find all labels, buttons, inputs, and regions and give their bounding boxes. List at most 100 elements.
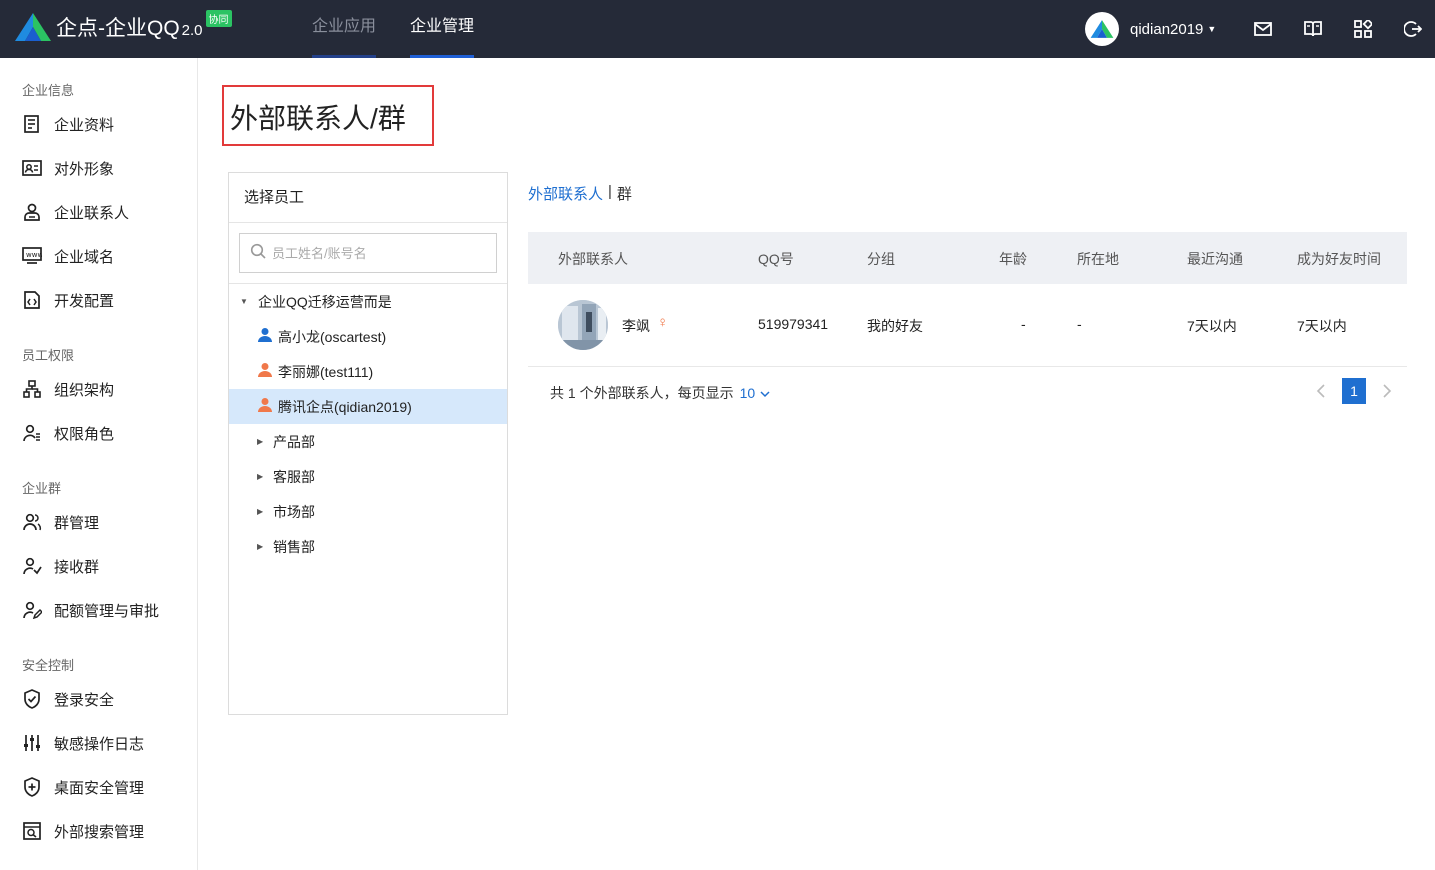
sliders-icon <box>22 733 42 753</box>
sidebar-item-enterprise-profile[interactable]: 企业资料 <box>22 112 114 136</box>
quota-icon <box>22 600 42 620</box>
sidebar-item-sensitive-log[interactable]: 敏感操作日志 <box>22 731 144 755</box>
tree-member-label: 腾讯企点(qidian2019) <box>278 398 412 415</box>
nav-active-underline <box>410 55 475 58</box>
page-title: 外部联系人/群 <box>230 103 406 134</box>
sidebar-item-enterprise-domain[interactable]: www 企业域名 <box>22 244 114 268</box>
sidebar-group-title: 安全控制 <box>22 658 75 673</box>
table-summary: 共 1 个外部联系人，每页显示 10 <box>550 383 770 403</box>
tree-department[interactable]: ▶ 市场部 <box>229 494 507 529</box>
nav-underline <box>312 55 377 58</box>
user-avatar <box>1085 12 1119 46</box>
code-icon <box>22 290 42 310</box>
contact-icon <box>22 202 42 222</box>
tree-department[interactable]: ▶ 产品部 <box>229 424 507 459</box>
page-size-select[interactable]: 10 <box>740 385 756 401</box>
search-box-icon <box>22 821 42 841</box>
qq-number: 519979341 <box>758 316 829 332</box>
column-header: 年龄 <box>999 251 1027 267</box>
svg-text:www: www <box>26 251 42 259</box>
tree-root[interactable]: ▼ 企业QQ迁移运营而是 <box>229 284 507 319</box>
sidebar-item-enterprise-contacts[interactable]: 企业联系人 <box>22 200 129 224</box>
logout-icon[interactable] <box>1402 18 1424 40</box>
nav-label: 企业管理 <box>410 18 475 35</box>
nav-enterprise-management[interactable]: 企业管理 <box>410 0 475 58</box>
expand-down-icon[interactable]: ▼ <box>240 297 250 306</box>
mail-icon[interactable] <box>1252 18 1274 40</box>
sidebar-item-label: 组织架构 <box>54 381 115 399</box>
sidebar-item-label: 配额管理与审批 <box>54 602 160 620</box>
top-icons <box>1252 18 1435 40</box>
column-header: 成为好友时间 <box>1297 251 1381 267</box>
caret-down-icon: ▼ <box>1207 24 1217 34</box>
next-page-icon[interactable] <box>1379 379 1395 403</box>
sidebar-item-group-management[interactable]: 群管理 <box>22 510 99 534</box>
tree-department-label: 产品部 <box>273 433 315 450</box>
tree-department-label: 市场部 <box>273 503 315 520</box>
tab-groups[interactable]: 群 <box>617 183 632 204</box>
sidebar-item-quota-approval[interactable]: 配额管理与审批 <box>22 598 159 622</box>
apps-icon[interactable] <box>1352 18 1374 40</box>
sidebar-group-title: 企业信息 <box>22 83 75 98</box>
tree-root-label: 企业QQ迁移运营而是 <box>258 293 392 310</box>
book-icon[interactable] <box>1302 18 1324 40</box>
person-icon <box>257 362 273 381</box>
sidebar-item-login-security[interactable]: 登录安全 <box>22 687 114 711</box>
expand-right-icon[interactable]: ▶ <box>257 472 267 481</box>
column-header: 所在地 <box>1077 251 1119 267</box>
tree-member[interactable]: 高小龙(oscartest) <box>229 319 507 354</box>
chevron-down-icon[interactable] <box>760 385 770 401</box>
nav-enterprise-apps[interactable]: 企业应用 <box>312 0 377 58</box>
expand-right-icon[interactable]: ▶ <box>257 542 267 551</box>
column-header: QQ号 <box>758 251 794 267</box>
table-row[interactable]: 李飒 ♀ 519979341 我的好友 - - 7天以内 7天以内 <box>528 284 1407 367</box>
panel-header: 选择员工 <box>229 173 507 223</box>
column-header: 最近沟通 <box>1187 251 1243 267</box>
user-menu[interactable]: qidian2019 ▼ <box>1085 11 1216 47</box>
sidebar-item-public-image[interactable]: 对外形象 <box>22 156 114 180</box>
logo[interactable]: 企点-企业QQ 2.0 协同 <box>14 9 232 42</box>
brand-name: 企点-企业QQ <box>56 17 180 40</box>
top-nav: 企业应用 企业管理 <box>312 0 508 58</box>
expand-right-icon[interactable]: ▶ <box>257 507 267 516</box>
sidebar-item-label: 企业域名 <box>54 248 115 266</box>
page-number-current[interactable]: 1 <box>1342 378 1366 404</box>
group-cell: 我的好友 <box>867 318 923 334</box>
username: qidian2019 <box>1130 20 1204 38</box>
employee-search[interactable] <box>239 233 497 273</box>
nav-label: 企业应用 <box>312 18 377 35</box>
summary-text: 共 1 个外部联系人，每页显示 <box>550 385 734 401</box>
qidian-logo-icon <box>14 12 52 42</box>
tree-member-selected[interactable]: 腾讯企点(qidian2019) <box>229 389 507 424</box>
search-input[interactable] <box>272 245 472 261</box>
tree-member-label: 李丽娜(test111) <box>278 363 374 380</box>
sidebar-item-label: 敏感操作日志 <box>54 735 145 753</box>
table-header: 外部联系人 QQ号 分组 年龄 所在地 最近沟通 成为好友时间 <box>528 232 1407 284</box>
sidebar-group-title: 员工权限 <box>22 348 75 363</box>
tab-external-contacts[interactable]: 外部联系人 <box>528 183 603 204</box>
domain-icon: www <box>22 246 42 266</box>
tree-member[interactable]: 李丽娜(test111) <box>229 354 507 389</box>
id-card-icon <box>22 158 42 178</box>
group-icon <box>22 512 42 532</box>
title-highlight-box: 外部联系人/群 <box>222 85 434 146</box>
sidebar-item-dev-config[interactable]: 开发配置 <box>22 288 114 312</box>
employee-panel: 选择员工 ▼ 企业QQ迁移运营而是 高小龙(oscartest) 李丽娜(tes… <box>228 172 508 715</box>
search-icon <box>250 243 266 264</box>
sidebar-item-org-structure[interactable]: 组织架构 <box>22 377 114 401</box>
tree-member-label: 高小龙(oscartest) <box>278 328 387 345</box>
receive-group-icon <box>22 556 42 576</box>
prev-page-icon[interactable] <box>1313 379 1329 403</box>
org-chart-icon <box>22 379 42 399</box>
sidebar-item-desktop-security[interactable]: 桌面安全管理 <box>22 775 144 799</box>
tree-department[interactable]: ▶ 客服部 <box>229 459 507 494</box>
contact-name[interactable]: 李飒 <box>622 316 650 336</box>
sidebar-item-label: 企业联系人 <box>54 204 130 222</box>
sidebar-group-title: 企业群 <box>22 481 62 496</box>
sidebar-item-receive-group[interactable]: 接收群 <box>22 554 99 578</box>
sidebar-item-external-search[interactable]: 外部搜索管理 <box>22 819 144 843</box>
expand-right-icon[interactable]: ▶ <box>257 437 267 446</box>
sidebar-item-permission-roles[interactable]: 权限角色 <box>22 421 114 445</box>
tree-department[interactable]: ▶ 销售部 <box>229 529 507 564</box>
version-label: 2.0 <box>181 21 203 39</box>
